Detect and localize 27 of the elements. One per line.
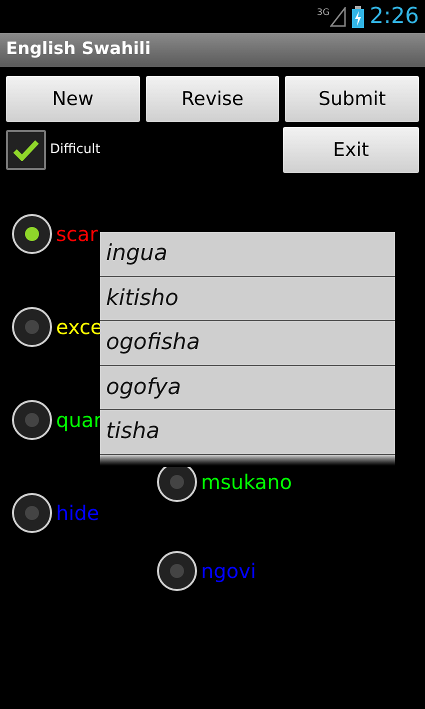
network-type: 3G xyxy=(316,8,330,18)
action-button[interactable]: Revise xyxy=(146,76,280,122)
option-label: hide xyxy=(56,503,100,523)
option-label: exce xyxy=(56,317,103,337)
radio-button[interactable] xyxy=(12,214,52,254)
checkbox[interactable] xyxy=(6,130,46,170)
dropdown-item[interactable]: ogofya xyxy=(100,366,395,410)
battery-icon xyxy=(352,6,364,28)
option-label: quar xyxy=(56,410,102,430)
radio-button[interactable] xyxy=(12,400,52,440)
radio-button[interactable] xyxy=(12,307,52,347)
dropdown-item[interactable]: kitisho xyxy=(100,276,395,321)
window-title: English Swahili xyxy=(6,38,151,62)
radio-button[interactable] xyxy=(157,551,197,591)
dropdown-item[interactable]: ogofisha xyxy=(100,321,395,366)
dropdown-item[interactable]: ingua xyxy=(100,232,395,276)
option-label: ngovi xyxy=(201,561,256,581)
option-label: scar xyxy=(56,224,98,244)
signal-icon xyxy=(330,6,346,26)
option-label: msukano xyxy=(201,472,292,492)
clock: 2:26 xyxy=(370,3,419,31)
radio-button[interactable] xyxy=(12,493,52,533)
checkbox-label: Difficult xyxy=(50,141,100,160)
checkmark-icon xyxy=(13,139,39,161)
action-button[interactable]: Submit xyxy=(285,76,419,122)
action-button[interactable]: New xyxy=(6,76,140,122)
exit-button[interactable]: Exit xyxy=(283,127,419,173)
